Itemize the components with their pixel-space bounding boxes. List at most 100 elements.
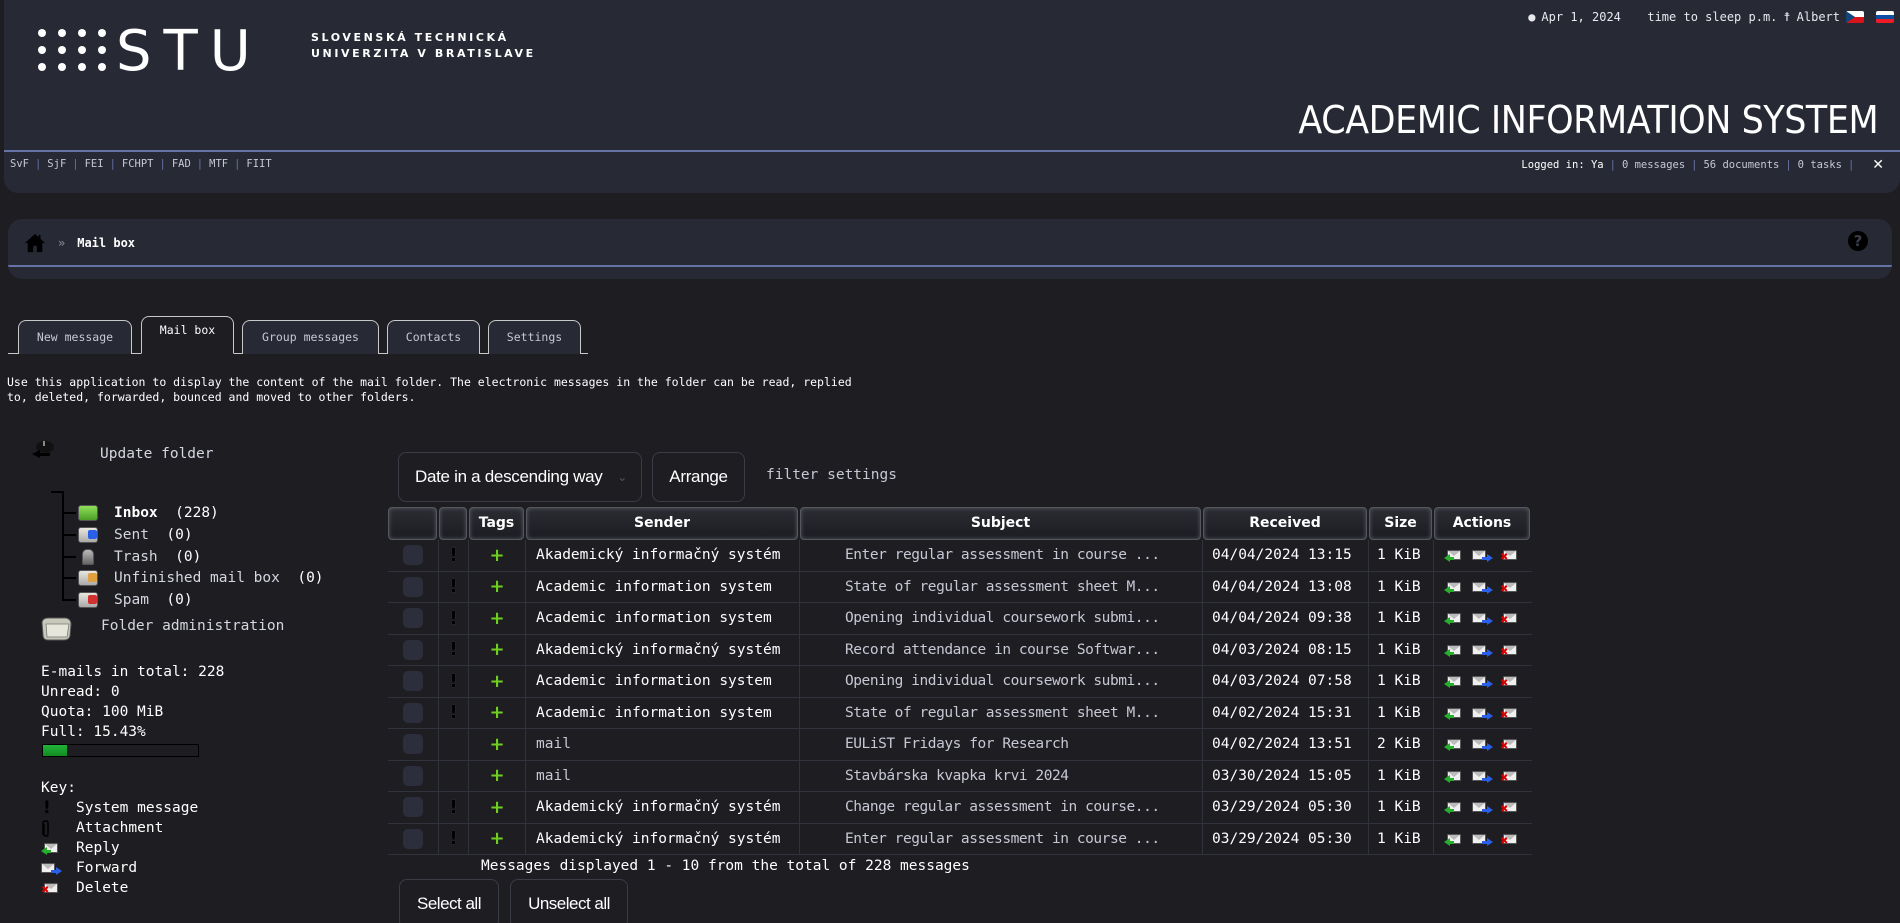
help-icon[interactable]: ? — [1848, 231, 1868, 251]
stu-logo-text[interactable]: STU — [116, 20, 263, 84]
col-header-tags[interactable]: Tags — [469, 507, 524, 540]
add-tag-icon[interactable]: + — [489, 576, 504, 597]
row-checkbox[interactable] — [403, 671, 423, 692]
tab-contacts[interactable]: Contacts — [387, 320, 480, 354]
subject-cell[interactable]: EULiST Fridays for Research — [800, 729, 1203, 760]
delete-icon[interactable]: ✖ — [1500, 644, 1518, 657]
delete-icon[interactable]: ✖ — [1500, 738, 1518, 752]
col-header-sender[interactable]: Sender — [526, 507, 798, 540]
reply-icon[interactable] — [1444, 707, 1462, 720]
tab-group-messages[interactable]: Group messages — [242, 320, 379, 354]
table-row[interactable]: ! + Akademický informačný systém Change reg… — [388, 792, 1532, 824]
add-tag-icon[interactable]: + — [489, 545, 504, 566]
subject-cell[interactable]: Record attendance in course Softwar... — [800, 634, 1203, 665]
row-checkbox[interactable] — [403, 702, 423, 723]
forward-icon[interactable] — [1472, 738, 1493, 752]
sender-cell[interactable]: Academic information system — [526, 697, 800, 728]
tasks-link[interactable]: 0 tasks — [1798, 159, 1842, 171]
delete-icon[interactable]: ✖ — [1500, 675, 1518, 689]
sender-cell[interactable]: Academic information system — [526, 666, 800, 697]
tab-settings[interactable]: Settings — [488, 320, 581, 354]
sender-cell[interactable]: Akademický informačný systém — [526, 792, 800, 823]
faculty-link[interactable]: FCHPT — [122, 158, 154, 170]
folder-inbox[interactable]: Inbox (228) — [62, 503, 219, 523]
home-icon[interactable] — [24, 233, 46, 253]
delete-icon[interactable]: ✖ — [1500, 707, 1518, 720]
delete-icon[interactable]: ✖ — [1500, 801, 1518, 815]
delete-icon[interactable]: ✖ — [1500, 833, 1518, 846]
tab-new-message[interactable]: New message — [18, 320, 132, 354]
folder-sent[interactable]: Sent (0) — [62, 525, 193, 545]
subject-cell[interactable]: Opening individual coursework submi... — [800, 603, 1203, 634]
forward-icon[interactable] — [1472, 644, 1493, 657]
logout-close-icon[interactable]: ✕ — [1872, 157, 1884, 173]
table-row[interactable]: ! + Academic information system Opening ind… — [388, 603, 1532, 635]
delete-icon[interactable]: ✖ — [1500, 612, 1518, 626]
add-tag-icon[interactable]: + — [489, 608, 504, 629]
sender-cell[interactable]: mail — [526, 760, 800, 791]
table-row[interactable]: ! + Academic information system Opening ind… — [388, 666, 1532, 698]
sender-cell[interactable]: Academic information system — [526, 571, 800, 602]
reply-icon[interactable] — [1444, 549, 1462, 563]
subject-cell[interactable]: State of regular assessment sheet M... — [800, 697, 1203, 728]
reply-icon[interactable] — [1444, 801, 1462, 815]
add-tag-icon[interactable]: + — [489, 671, 504, 692]
table-row[interactable]: ! + Academic information system State of re… — [388, 697, 1532, 729]
folder-administration-button[interactable]: Folder administration — [40, 614, 284, 646]
folder-trash[interactable]: Trash (0) — [62, 547, 201, 567]
table-row[interactable]: + mail Stavbárska kvapka krvi 2024 03/30/20… — [388, 760, 1532, 792]
forward-icon[interactable] — [1472, 770, 1493, 783]
select-all-button[interactable]: Select all — [399, 879, 499, 923]
row-checkbox[interactable] — [403, 765, 423, 786]
documents-link[interactable]: 56 documents — [1703, 159, 1779, 171]
delete-icon[interactable]: ✖ — [1500, 770, 1518, 783]
row-checkbox[interactable] — [403, 828, 423, 849]
add-tag-icon[interactable]: + — [489, 639, 504, 660]
czech-flag-icon[interactable] — [1846, 11, 1864, 23]
faculty-link[interactable]: FAD — [172, 158, 191, 170]
forward-icon[interactable] — [1472, 612, 1493, 626]
subject-cell[interactable]: Stavbárska kvapka krvi 2024 — [800, 760, 1203, 791]
row-checkbox[interactable] — [403, 608, 423, 629]
add-tag-icon[interactable]: + — [489, 734, 504, 755]
folder-unfinished-mail-box[interactable]: Unfinished mail box (0) — [62, 568, 324, 588]
add-tag-icon[interactable]: + — [489, 828, 504, 849]
col-header-size[interactable]: Size — [1369, 507, 1432, 540]
reply-icon[interactable] — [1444, 644, 1462, 657]
forward-icon[interactable] — [1472, 801, 1493, 815]
reply-icon[interactable] — [1444, 675, 1462, 689]
row-checkbox[interactable] — [403, 734, 423, 755]
reply-icon[interactable] — [1444, 581, 1462, 594]
sort-order-select[interactable]: Date in a descending way ⌄ — [398, 452, 642, 502]
faculty-link[interactable]: MTF — [209, 158, 228, 170]
reply-icon[interactable] — [1444, 738, 1462, 752]
subject-cell[interactable]: Enter regular assessment in course ... — [800, 823, 1203, 854]
table-row[interactable]: ! + Akademický informačný systém Enter regu… — [388, 823, 1532, 855]
sender-cell[interactable]: Akademický informačný systém — [526, 540, 800, 571]
row-checkbox[interactable] — [403, 639, 423, 660]
subject-cell[interactable]: Enter regular assessment in course ... — [800, 540, 1203, 571]
folder-spam[interactable]: Spam (0) — [62, 590, 193, 610]
add-tag-icon[interactable]: + — [489, 765, 504, 786]
faculty-link[interactable]: SjF — [47, 158, 66, 170]
messages-link[interactable]: 0 messages — [1622, 159, 1685, 171]
sender-cell[interactable]: mail — [526, 729, 800, 760]
subject-cell[interactable]: Change regular assessment in course... — [800, 792, 1203, 823]
faculty-link[interactable]: SvF — [10, 158, 29, 170]
reply-icon[interactable] — [1444, 770, 1462, 783]
table-row[interactable]: + mail EULiST Fridays for Research 04/02/20… — [388, 729, 1532, 761]
subject-cell[interactable]: Opening individual coursework submi... — [800, 666, 1203, 697]
forward-icon[interactable] — [1472, 707, 1493, 720]
table-row[interactable]: ! + Akademický informačný systém Enter regu… — [388, 540, 1532, 572]
forward-icon[interactable] — [1472, 581, 1493, 594]
forward-icon[interactable] — [1472, 675, 1493, 689]
delete-icon[interactable]: ✖ — [1500, 549, 1518, 563]
row-checkbox[interactable] — [403, 545, 423, 566]
sender-cell[interactable]: Academic information system — [526, 603, 800, 634]
add-tag-icon[interactable]: + — [489, 797, 504, 818]
arrange-button[interactable]: Arrange — [652, 452, 745, 502]
slovak-flag-icon[interactable] — [1876, 11, 1894, 23]
col-header-received[interactable]: Received — [1203, 507, 1367, 540]
reply-icon[interactable] — [1444, 833, 1462, 846]
reply-icon[interactable] — [1444, 612, 1462, 626]
